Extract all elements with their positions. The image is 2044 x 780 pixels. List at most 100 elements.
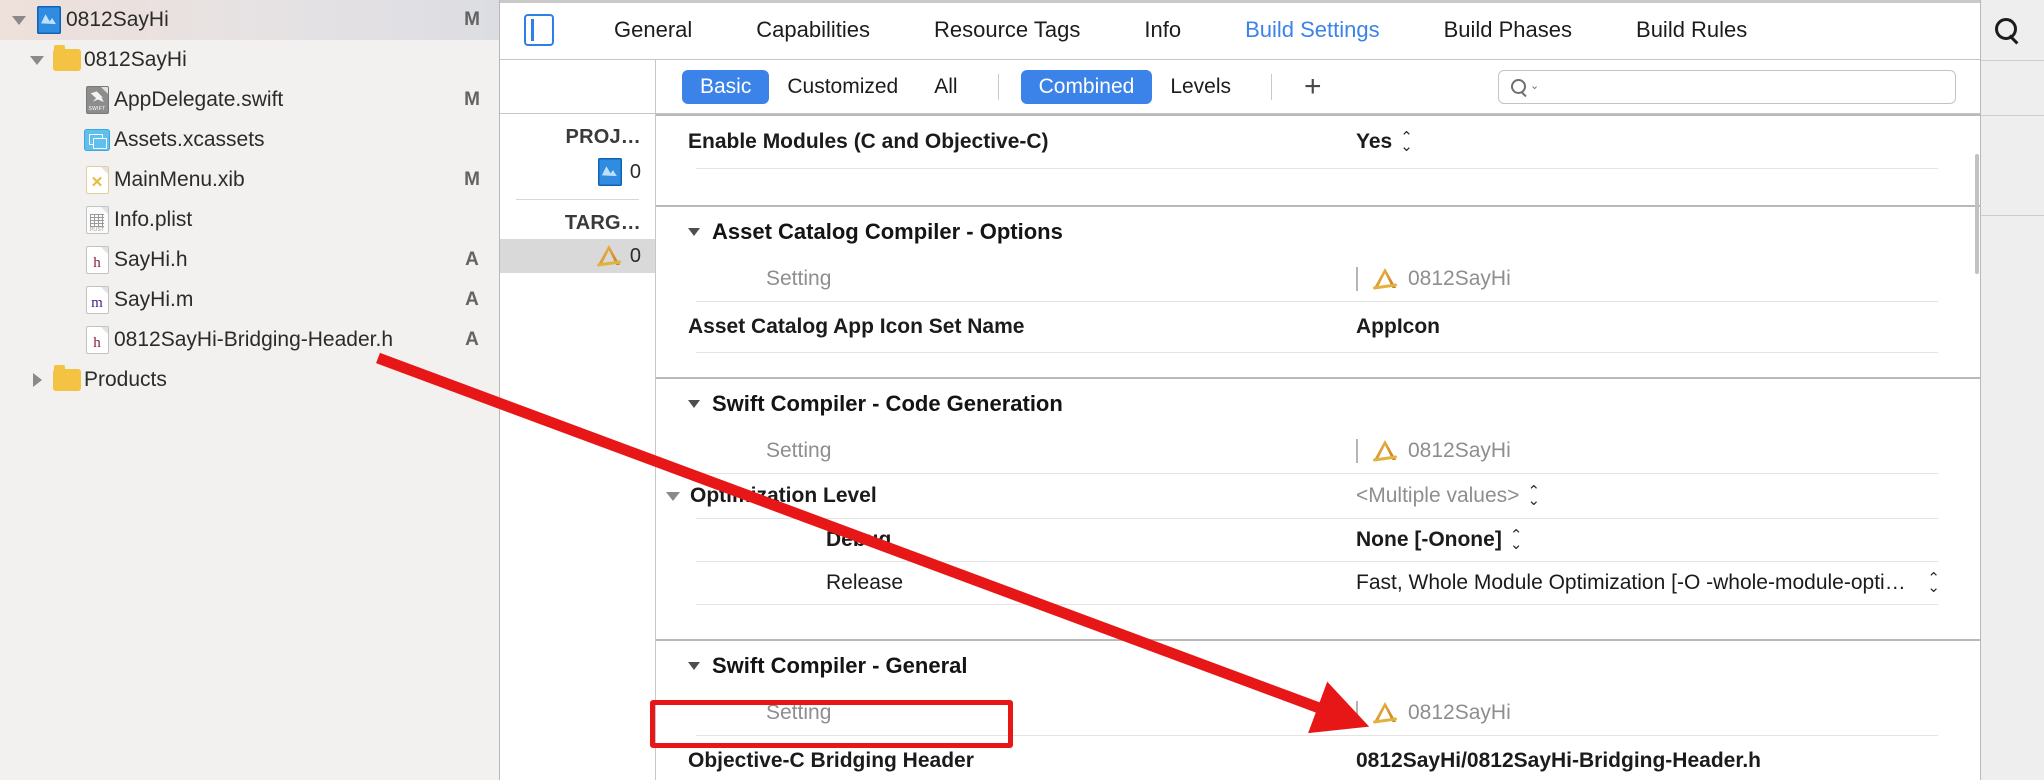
nav-item-label: 0812SayHi-Bridging-Header.h (114, 328, 393, 351)
targets-section-header: TARG… (564, 212, 641, 234)
column-header-target: 0812SayHi (1356, 701, 1980, 725)
scope-all-button[interactable]: All (916, 70, 975, 104)
nav-item-label: SayHi.m (114, 288, 194, 311)
stepper-icon[interactable]: ⌃ ⌄ (1927, 570, 1940, 595)
stepper-icon[interactable]: ⌃ ⌄ (1527, 483, 1540, 508)
objc-file-icon: m (80, 286, 114, 314)
scm-status-badge: M (464, 89, 480, 110)
tab-resource-tags[interactable]: Resource Tags (902, 17, 1112, 43)
project-editor-tabbar: General Capabilities Resource Tags Info … (500, 0, 1980, 60)
setting-value[interactable]: AppIcon (1356, 315, 1980, 339)
disclosure-triangle-right-icon[interactable] (24, 373, 50, 387)
section-header-swift-compiler-code-generation[interactable]: Swift Compiler - Code Generation (656, 379, 1980, 429)
disclosure-triangle-down-icon[interactable] (688, 400, 700, 408)
scrollbar-thumb[interactable] (1975, 154, 1979, 274)
search-field[interactable]: ⌄ (1498, 69, 1956, 104)
disclosure-triangle-down-icon[interactable] (24, 55, 50, 65)
folder-icon (50, 365, 84, 391)
section-header-asset-catalog-compiler[interactable]: Asset Catalog Compiler - Options (656, 207, 1980, 257)
setting-row-optimization-debug[interactable]: Debug None [-Onone] ⌃ ⌄ (656, 519, 1980, 561)
setting-value-cell[interactable]: None [-Onone] ⌃ ⌄ (1356, 527, 1980, 552)
setting-value[interactable]: 0812SayHi/0812SayHi-Bridging-Header.h (1356, 749, 1980, 773)
scm-status-badge: M (464, 9, 480, 30)
nav-item-sayhi-h[interactable]: h SayHi.h A (0, 240, 499, 280)
tab-general[interactable]: General (582, 17, 724, 43)
setting-value-cell[interactable]: <Multiple values> ⌃ ⌄ (1356, 483, 1980, 508)
disclosure-triangle-down-icon[interactable] (6, 15, 32, 25)
nav-item-sayhi-m[interactable]: m SayHi.m A (0, 280, 499, 320)
tab-capabilities[interactable]: Capabilities (724, 17, 902, 43)
stepper-icon[interactable]: ⌃ ⌄ (1510, 527, 1523, 552)
scope-basic-button[interactable]: Basic (682, 69, 770, 104)
nav-item-label: MainMenu.xib (114, 168, 245, 191)
column-divider (1356, 267, 1358, 291)
sidepanel-target-item[interactable]: 0 (500, 239, 655, 273)
nav-item-label: Products (84, 368, 167, 391)
view-levels-button[interactable]: Levels (1152, 70, 1249, 104)
disclosure-triangle-down-icon[interactable] (666, 491, 680, 501)
add-setting-button[interactable]: + (1294, 71, 1332, 102)
nav-item-mainmenu-xib[interactable]: ✕ MainMenu.xib M (0, 160, 499, 200)
setting-row-optimization-release[interactable]: Release Fast, Whole Module Optimization … (656, 562, 1980, 604)
nav-item-products[interactable]: Products (0, 360, 499, 400)
inspector-peek-panel[interactable] (1980, 0, 2044, 780)
tab-build-phases[interactable]: Build Phases (1412, 17, 1604, 43)
scope-segmented-control[interactable]: Basic Customized All (682, 69, 976, 104)
view-segmented-control[interactable]: Combined Levels (1020, 69, 1249, 104)
setting-name: Debug (826, 528, 892, 551)
app-target-icon (1372, 267, 1398, 291)
search-icon[interactable] (1995, 18, 2017, 40)
tab-build-settings[interactable]: Build Settings (1213, 17, 1412, 43)
setting-name: Release (826, 571, 904, 594)
app-target-icon (1372, 701, 1398, 725)
search-input[interactable] (1543, 76, 1943, 97)
nav-item-project[interactable]: 0812SayHi M (0, 0, 499, 40)
scm-status-badge: A (465, 249, 479, 270)
setting-row-optimization-level[interactable]: Optimization Level <Multiple values> ⌃ ⌄ (656, 474, 1980, 518)
setting-value-cell[interactable]: Fast, Whole Module Optimization [-O -who… (1356, 570, 1980, 595)
nav-item-assets-xcassets[interactable]: Assets.xcassets (0, 120, 499, 160)
nav-item-label: 0812SayHi (84, 48, 187, 71)
setting-value-cell[interactable]: Yes ⌃ ⌄ (1356, 129, 1980, 154)
app-target-icon (596, 244, 622, 268)
column-divider (1356, 701, 1358, 725)
nav-item-label: SayHi.h (114, 248, 188, 271)
build-settings-table[interactable]: Enable Modules (C and Objective-C) Yes ⌃… (656, 114, 1980, 780)
section-header-swift-compiler-general[interactable]: Swift Compiler - General (656, 641, 1980, 691)
project-navigator[interactable]: 0812SayHi M 0812SayHi SWIFT AppDelegate.… (0, 0, 500, 780)
filterbar-left-spacer (500, 60, 656, 113)
project-navigator-icon[interactable] (524, 13, 554, 46)
project-targets-sidepanel[interactable]: PROJ… 0 TARG… 0 (500, 114, 656, 780)
nav-item-label: 0812SayHi (66, 8, 169, 31)
nav-item-bridging-header[interactable]: h 0812SayHi-Bridging-Header.h A (0, 320, 499, 360)
column-header-row: Setting 0812SayHi (656, 257, 1980, 301)
scm-status-badge: A (465, 289, 479, 310)
column-header-setting: Setting (766, 267, 832, 290)
sidepanel-project-item[interactable]: 0 (500, 153, 655, 191)
setting-value: Fast, Whole Module Optimization [-O -who… (1356, 571, 1906, 594)
setting-name-cell: Optimization Level (656, 484, 1356, 508)
nav-item-info-plist[interactable]: PLIST Info.plist (0, 200, 499, 240)
swift-file-icon: SWIFT (80, 86, 114, 114)
peek-divider (1981, 60, 2044, 61)
annotation-highlight-box (650, 700, 1013, 748)
chevron-down-icon[interactable]: ⌄ (1530, 81, 1539, 92)
scope-customized-button[interactable]: Customized (769, 70, 916, 104)
setting-row-enable-modules[interactable]: Enable Modules (C and Objective-C) Yes ⌃… (656, 116, 1980, 168)
tab-info[interactable]: Info (1112, 17, 1213, 43)
editor-area: General Capabilities Resource Tags Info … (500, 0, 1980, 780)
setting-value: <Multiple values> (1356, 484, 1520, 507)
nav-item-appdelegate-swift[interactable]: SWIFT AppDelegate.swift M (0, 80, 499, 120)
setting-name: Optimization Level (690, 484, 877, 507)
tab-build-rules[interactable]: Build Rules (1604, 17, 1779, 43)
stepper-icon[interactable]: ⌃ ⌄ (1400, 129, 1413, 154)
setting-name: Objective-C Bridging Header (688, 749, 974, 772)
view-combined-button[interactable]: Combined (1020, 69, 1153, 104)
nav-item-group-0812sayhi[interactable]: 0812SayHi (0, 40, 499, 80)
column-header-target-label: 0812SayHi (1408, 267, 1511, 290)
setting-row-asset-catalog-app-icon-set-name[interactable]: Asset Catalog App Icon Set Name AppIcon (656, 302, 1980, 352)
column-header-target-label: 0812SayHi (1408, 701, 1511, 724)
disclosure-triangle-down-icon[interactable] (688, 662, 700, 670)
disclosure-triangle-down-icon[interactable] (688, 228, 700, 236)
column-header-setting: Setting (766, 439, 832, 462)
